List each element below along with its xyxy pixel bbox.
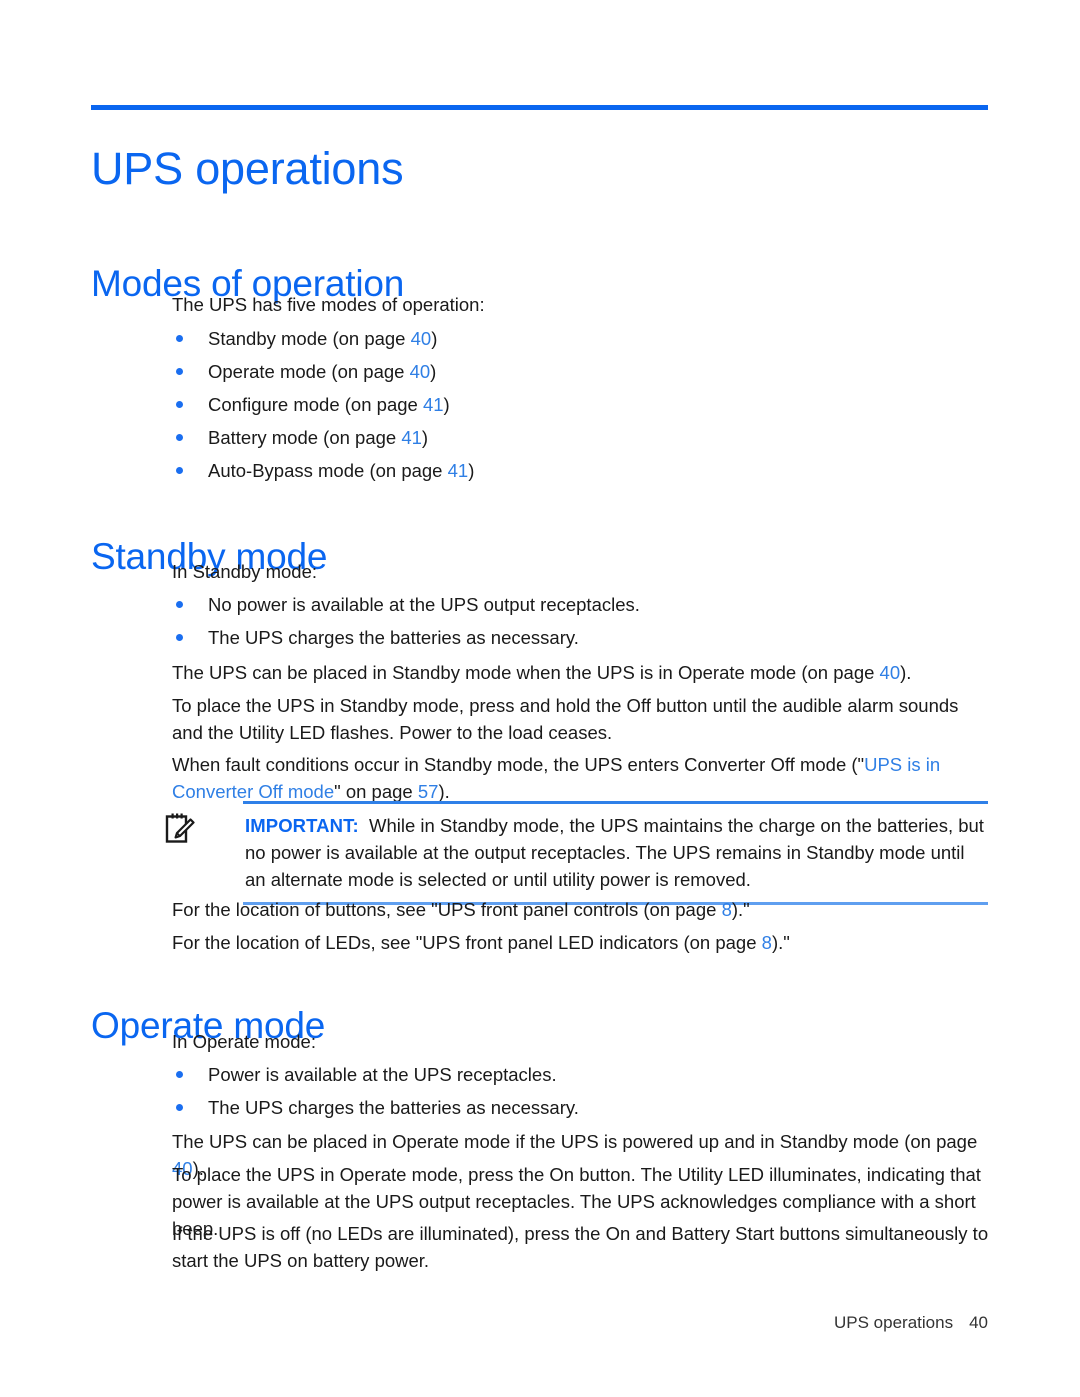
list-item: The UPS charges the batteries as necessa…: [172, 1094, 990, 1127]
modes-intro: The UPS has five modes of operation:: [172, 294, 485, 315]
list-item: The UPS charges the batteries as necessa…: [172, 624, 990, 657]
standby-paragraph-3: When fault conditions occur in Standby m…: [172, 751, 990, 805]
paragraph-text: When fault conditions occur in Standby m…: [172, 754, 865, 775]
list-item: Standby mode (on page 40): [172, 325, 990, 358]
list-item-suffix: ): [468, 460, 475, 481]
paragraph-suffix: ).": [771, 932, 790, 953]
page-reference[interactable]: 57: [418, 781, 439, 802]
list-item: Power is available at the UPS receptacle…: [172, 1061, 990, 1094]
paragraph-text: The UPS can be placed in Operate mode if…: [172, 1131, 978, 1152]
page-reference[interactable]: 41: [401, 427, 422, 448]
list-item-suffix: ): [443, 394, 450, 415]
list-item-text: Battery mode (on page: [208, 427, 402, 448]
operate-list: Power is available at the UPS receptacle…: [172, 1061, 990, 1127]
operate-paragraph-3: If the UPS is off (no LEDs are illuminat…: [172, 1223, 989, 1271]
standby-list: No power is available at the UPS output …: [172, 591, 990, 657]
important-callout: IMPORTANT: While in Standby mode, the UP…: [165, 801, 988, 905]
footer-title: UPS operations: [834, 1313, 954, 1332]
list-item-text: No power is available at the UPS output …: [208, 594, 640, 615]
paragraph-suffix: ).": [731, 899, 750, 920]
standby-intro: In Standby mode:: [172, 561, 318, 582]
list-item: Operate mode (on page 40): [172, 358, 990, 391]
bullet-icon: [176, 634, 183, 641]
document-page: UPS operations Modes of operation The UP…: [0, 0, 1080, 1397]
list-item: Configure mode (on page 41): [172, 391, 990, 424]
list-item-text: Power is available at the UPS receptacle…: [208, 1064, 557, 1085]
standby-paragraph-4: For the location of buttons, see "UPS fr…: [172, 896, 990, 923]
standby-paragraph-1: The UPS can be placed in Standby mode wh…: [172, 659, 990, 686]
list-item-suffix: ): [430, 361, 437, 382]
chapter-title-rule: [91, 105, 988, 110]
list-item-text: Operate mode (on page: [208, 361, 410, 382]
list-item-text: The UPS charges the batteries as necessa…: [208, 627, 579, 648]
page-reference[interactable]: 40: [880, 662, 901, 683]
page-footer: UPS operations 40: [0, 1313, 988, 1333]
page-reference[interactable]: 8: [762, 932, 772, 953]
bullet-icon: [176, 368, 183, 375]
bullet-icon: [176, 601, 183, 608]
standby-paragraph-2: To place the UPS in Standby mode, press …: [172, 695, 959, 743]
list-item-text: Auto-Bypass mode (on page: [208, 460, 448, 481]
list-item-suffix: ): [431, 328, 438, 349]
page-reference[interactable]: 41: [448, 460, 469, 481]
paragraph-text: For the location of LEDs, see "UPS front…: [172, 932, 762, 953]
bullet-icon: [176, 1071, 183, 1078]
paragraph-suffix: ).: [900, 662, 912, 683]
list-item-text: Configure mode (on page: [208, 394, 423, 415]
page-reference[interactable]: 41: [423, 394, 444, 415]
bullet-icon: [176, 467, 183, 474]
standby-paragraph-5: For the location of LEDs, see "UPS front…: [172, 929, 990, 956]
page-reference[interactable]: 8: [722, 899, 732, 920]
operate-intro: In Operate mode:: [172, 1031, 316, 1052]
page-reference[interactable]: 40: [411, 328, 432, 349]
paragraph-text: For the location of buttons, see "UPS fr…: [172, 899, 722, 920]
important-label: IMPORTANT:: [245, 815, 359, 836]
page-title: UPS operations: [91, 143, 404, 195]
paragraph-suffix: ).: [438, 781, 450, 802]
bullet-icon: [176, 1104, 183, 1111]
paragraph-mid: " on page: [334, 781, 418, 802]
bullet-icon: [176, 434, 183, 441]
bullet-icon: [176, 335, 183, 342]
list-item: Auto-Bypass mode (on page 41): [172, 457, 990, 490]
list-item: Battery mode (on page 41): [172, 424, 990, 457]
important-callout-text: IMPORTANT: While in Standby mode, the UP…: [243, 812, 988, 893]
list-item-text: Standby mode (on page: [208, 328, 411, 349]
footer-page-number: 40: [969, 1313, 988, 1332]
paragraph-text: The UPS can be placed in Standby mode wh…: [172, 662, 880, 683]
note-pencil-icon: [165, 813, 195, 845]
bullet-icon: [176, 401, 183, 408]
modes-list: Standby mode (on page 40) Operate mode (…: [172, 325, 990, 490]
list-item: No power is available at the UPS output …: [172, 591, 990, 624]
list-item-text: The UPS charges the batteries as necessa…: [208, 1097, 579, 1118]
page-reference[interactable]: 40: [410, 361, 431, 382]
list-item-suffix: ): [421, 427, 429, 448]
